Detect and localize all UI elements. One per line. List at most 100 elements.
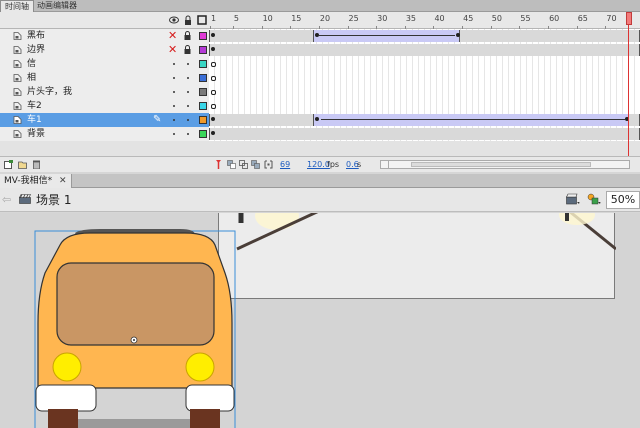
layer-name-area[interactable]: 黑布 ✕ <box>0 29 209 43</box>
layer-outline-color[interactable] <box>199 88 207 96</box>
layer-icon <box>13 74 22 82</box>
bus-wheel-left <box>48 409 78 428</box>
visibility-dot[interactable] <box>173 91 175 93</box>
visibility-dot[interactable] <box>173 133 175 135</box>
eye-icon[interactable] <box>169 15 179 25</box>
tween-arrow-line[interactable] <box>321 119 625 120</box>
hidden-x-icon[interactable]: ✕ <box>168 29 177 42</box>
keyframe[interactable] <box>211 117 215 121</box>
visibility-dot[interactable] <box>173 119 175 121</box>
layer-name-area[interactable]: 车1 ✎ <box>0 113 209 127</box>
timeline-layer[interactable]: 黑布 ✕ <box>0 29 640 43</box>
delete-layer-icon[interactable] <box>32 160 41 170</box>
frame-span[interactable] <box>209 128 640 140</box>
layer-outline-color[interactable] <box>199 32 207 40</box>
layer-name-area[interactable]: 车2 <box>0 99 209 113</box>
visibility-dot[interactable] <box>173 63 175 65</box>
layer-icon <box>13 88 22 96</box>
layer-frames[interactable] <box>209 127 640 141</box>
layer-name-area[interactable]: 边界 ✕ <box>0 43 209 57</box>
edit-scene-icon[interactable] <box>566 193 580 205</box>
document-tab[interactable]: MV-我相信* ✕ <box>0 174 72 188</box>
timeline-layer[interactable]: 背景 <box>0 127 640 141</box>
layer-outline-color[interactable] <box>199 74 207 82</box>
layer-name-area[interactable]: 背景 <box>0 127 209 141</box>
empty-keyframe[interactable] <box>211 76 216 81</box>
new-layer-icon[interactable] <box>4 160 13 169</box>
layer-name-area[interactable]: 相 <box>0 71 209 85</box>
layer-frames[interactable] <box>209 29 640 43</box>
keyframe[interactable] <box>211 131 215 135</box>
layer-name-area[interactable]: 片头字，我 <box>0 85 209 99</box>
lock-icon[interactable] <box>184 45 191 54</box>
layer-frames[interactable] <box>209 99 640 113</box>
timeline-layer[interactable]: 边界 ✕ <box>0 43 640 57</box>
lock-icon[interactable] <box>183 15 193 25</box>
motion-tween[interactable] <box>313 30 460 42</box>
layer-outline-color[interactable] <box>199 102 207 110</box>
lock-dot[interactable] <box>187 133 189 135</box>
timeline-layer[interactable]: 车2 <box>0 99 640 113</box>
zoom-select[interactable]: 50% <box>606 191 640 209</box>
edit-multiple-frames-icon[interactable] <box>251 160 260 169</box>
lock-dot[interactable] <box>187 63 189 65</box>
current-frame-readout[interactable]: 69 <box>280 159 290 170</box>
timeline-horizontal-scrollbar[interactable] <box>380 160 630 169</box>
bus-symbol[interactable] <box>0 213 260 428</box>
center-frame-icon[interactable] <box>214 160 223 169</box>
timeline-layer[interactable]: 片头字，我 <box>0 85 640 99</box>
layer-frames[interactable] <box>209 113 640 127</box>
keyframe[interactable] <box>211 47 215 51</box>
visibility-dot[interactable] <box>173 105 175 107</box>
lock-dot[interactable] <box>187 119 189 121</box>
lock-dot[interactable] <box>187 77 189 79</box>
layer-outline-color[interactable] <box>199 130 207 138</box>
edit-symbols-icon[interactable] <box>587 193 601 205</box>
new-folder-icon[interactable] <box>18 160 27 169</box>
lock-icon[interactable] <box>184 31 191 40</box>
pasteboard[interactable] <box>0 213 640 428</box>
tween-arrow-line[interactable] <box>319 35 455 36</box>
frame-ruler[interactable]: 1 5 10 15 20 25 30 35 40 45 50 55 60 65 70 <box>209 12 640 29</box>
tab-timeline[interactable]: 时间轴 <box>0 0 34 12</box>
scroll-thumb[interactable] <box>411 162 591 167</box>
back-arrow-icon[interactable]: ⇦ <box>2 193 11 206</box>
modify-onion-markers-icon[interactable] <box>264 160 273 169</box>
keyframe[interactable] <box>211 33 215 37</box>
bus-bumper-right <box>185 384 235 412</box>
layer-frames[interactable] <box>209 85 640 99</box>
bus-headlight-right <box>185 352 215 382</box>
layer-name-area[interactable]: 信 <box>0 57 209 71</box>
layer-name: 片头字，我 <box>27 87 73 97</box>
keyframe[interactable] <box>315 33 319 37</box>
layer-frames[interactable] <box>209 57 640 71</box>
motion-tween[interactable] <box>313 114 629 126</box>
onion-skin-icon[interactable] <box>227 160 236 169</box>
onion-skin-outline-icon[interactable] <box>239 160 248 169</box>
keyframe[interactable] <box>315 117 319 121</box>
empty-keyframe[interactable] <box>211 90 216 95</box>
tab-motion-editor[interactable]: 动画编辑器 <box>33 0 81 12</box>
layer-outline-color[interactable] <box>199 116 207 124</box>
empty-keyframe[interactable] <box>211 62 216 67</box>
outline-icon[interactable] <box>197 15 207 25</box>
visibility-dot[interactable] <box>173 77 175 79</box>
close-icon[interactable]: ✕ <box>59 176 67 186</box>
timeline-layer[interactable]: 车1 ✎ <box>0 113 640 127</box>
stage[interactable] <box>218 213 616 299</box>
timeline-layer[interactable]: 信 <box>0 57 640 71</box>
lock-dot[interactable] <box>187 91 189 93</box>
layer-outline-color[interactable] <box>199 60 207 68</box>
document-tab-bar: MV-我相信* ✕ <box>0 174 640 188</box>
lock-dot[interactable] <box>187 105 189 107</box>
layer-outline-color[interactable] <box>199 46 207 54</box>
frame-span[interactable] <box>209 44 640 56</box>
scroll-left-icon[interactable] <box>381 161 389 168</box>
timeline-layer[interactable]: 相 <box>0 71 640 85</box>
layer-frames[interactable] <box>209 71 640 85</box>
keyframe[interactable] <box>456 33 460 37</box>
layer-frames[interactable] <box>209 43 640 57</box>
playhead[interactable] <box>626 12 632 25</box>
hidden-x-icon[interactable]: ✕ <box>168 43 177 56</box>
empty-keyframe[interactable] <box>211 104 216 109</box>
